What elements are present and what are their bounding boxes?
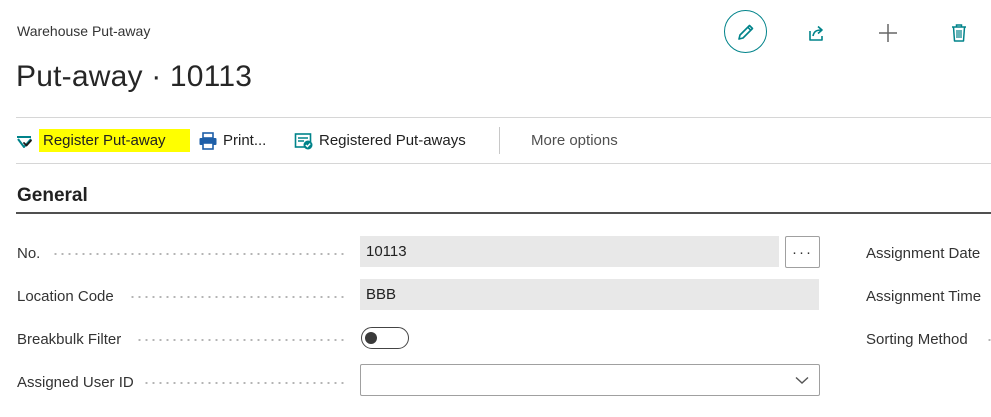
location-code-field[interactable]: BBB bbox=[360, 279, 819, 310]
trash-icon bbox=[952, 24, 966, 42]
field-leader-dots bbox=[143, 382, 348, 384]
sorting-method-label: Sorting Method bbox=[866, 331, 968, 348]
assigned-user-id-label: Assigned User ID bbox=[17, 374, 134, 391]
no-field[interactable]: 10113 bbox=[360, 236, 779, 267]
more-options-button[interactable]: More options bbox=[531, 118, 618, 163]
printer-icon bbox=[199, 131, 217, 150]
plus-icon bbox=[879, 24, 897, 42]
action-bar: Register Put-away Print... Registered Pu… bbox=[16, 117, 991, 164]
register-put-away-button[interactable]: Register Put-away bbox=[16, 118, 190, 163]
breakbulk-filter-label: Breakbulk Filter bbox=[17, 331, 122, 348]
section-divider bbox=[16, 212, 991, 214]
field-leader-dots bbox=[986, 339, 991, 341]
toggle-knob bbox=[365, 331, 377, 344]
print-button[interactable]: Print... bbox=[198, 118, 266, 163]
pencil-icon bbox=[737, 24, 753, 40]
page-caption: Warehouse Put-away bbox=[17, 23, 151, 39]
top-actions bbox=[724, 10, 991, 56]
delete-button[interactable] bbox=[948, 22, 970, 44]
chevron-down-icon bbox=[795, 376, 809, 384]
register-put-away-label: Register Put-away bbox=[39, 129, 190, 152]
new-button[interactable] bbox=[877, 22, 899, 44]
no-label: No. bbox=[17, 245, 41, 262]
registered-documents-icon bbox=[294, 132, 313, 149]
field-leader-dots bbox=[129, 296, 348, 298]
field-leader-dots bbox=[136, 339, 348, 341]
action-bar-divider bbox=[499, 127, 500, 154]
share-icon bbox=[809, 25, 823, 41]
field-leader-dots bbox=[52, 253, 348, 255]
assignment-time-label: Assignment Time bbox=[866, 288, 982, 305]
edit-button[interactable] bbox=[724, 10, 767, 53]
no-lookup-button[interactable]: ··· bbox=[785, 236, 820, 268]
assigned-user-id-select[interactable] bbox=[360, 364, 820, 396]
section-title-general[interactable]: General bbox=[17, 185, 88, 207]
share-button[interactable] bbox=[806, 22, 828, 44]
page-title: Put-away · 10113 bbox=[16, 60, 253, 93]
registered-put-aways-label: Registered Put-aways bbox=[319, 132, 466, 149]
register-icon bbox=[17, 135, 32, 148]
breakbulk-filter-toggle[interactable] bbox=[361, 327, 409, 349]
location-code-label: Location Code bbox=[17, 288, 114, 305]
registered-put-aways-button[interactable]: Registered Put-aways bbox=[294, 118, 466, 163]
print-label: Print... bbox=[223, 132, 267, 149]
assignment-date-label: Assignment Date bbox=[866, 245, 981, 262]
